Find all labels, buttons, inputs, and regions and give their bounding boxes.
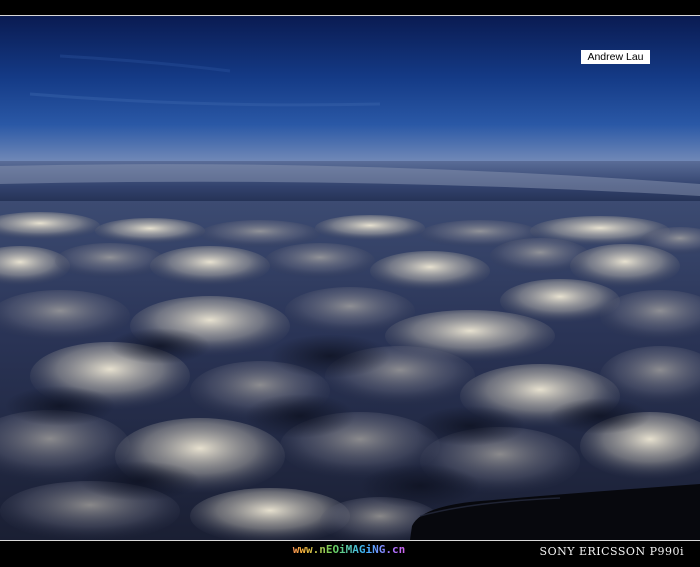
aerial-cloud-photo <box>0 16 700 540</box>
top-black-border <box>0 0 700 15</box>
site-watermark: www.nEOiMAGiNG.cn <box>270 543 428 557</box>
photo-frame: Andrew Lau www.nEOiMAGiNG.cn SONY ERICSS… <box>0 0 700 567</box>
camera-model-label: SONY ERICSSON P990i <box>539 545 684 558</box>
photographer-credit-label: Andrew Lau <box>581 50 650 64</box>
